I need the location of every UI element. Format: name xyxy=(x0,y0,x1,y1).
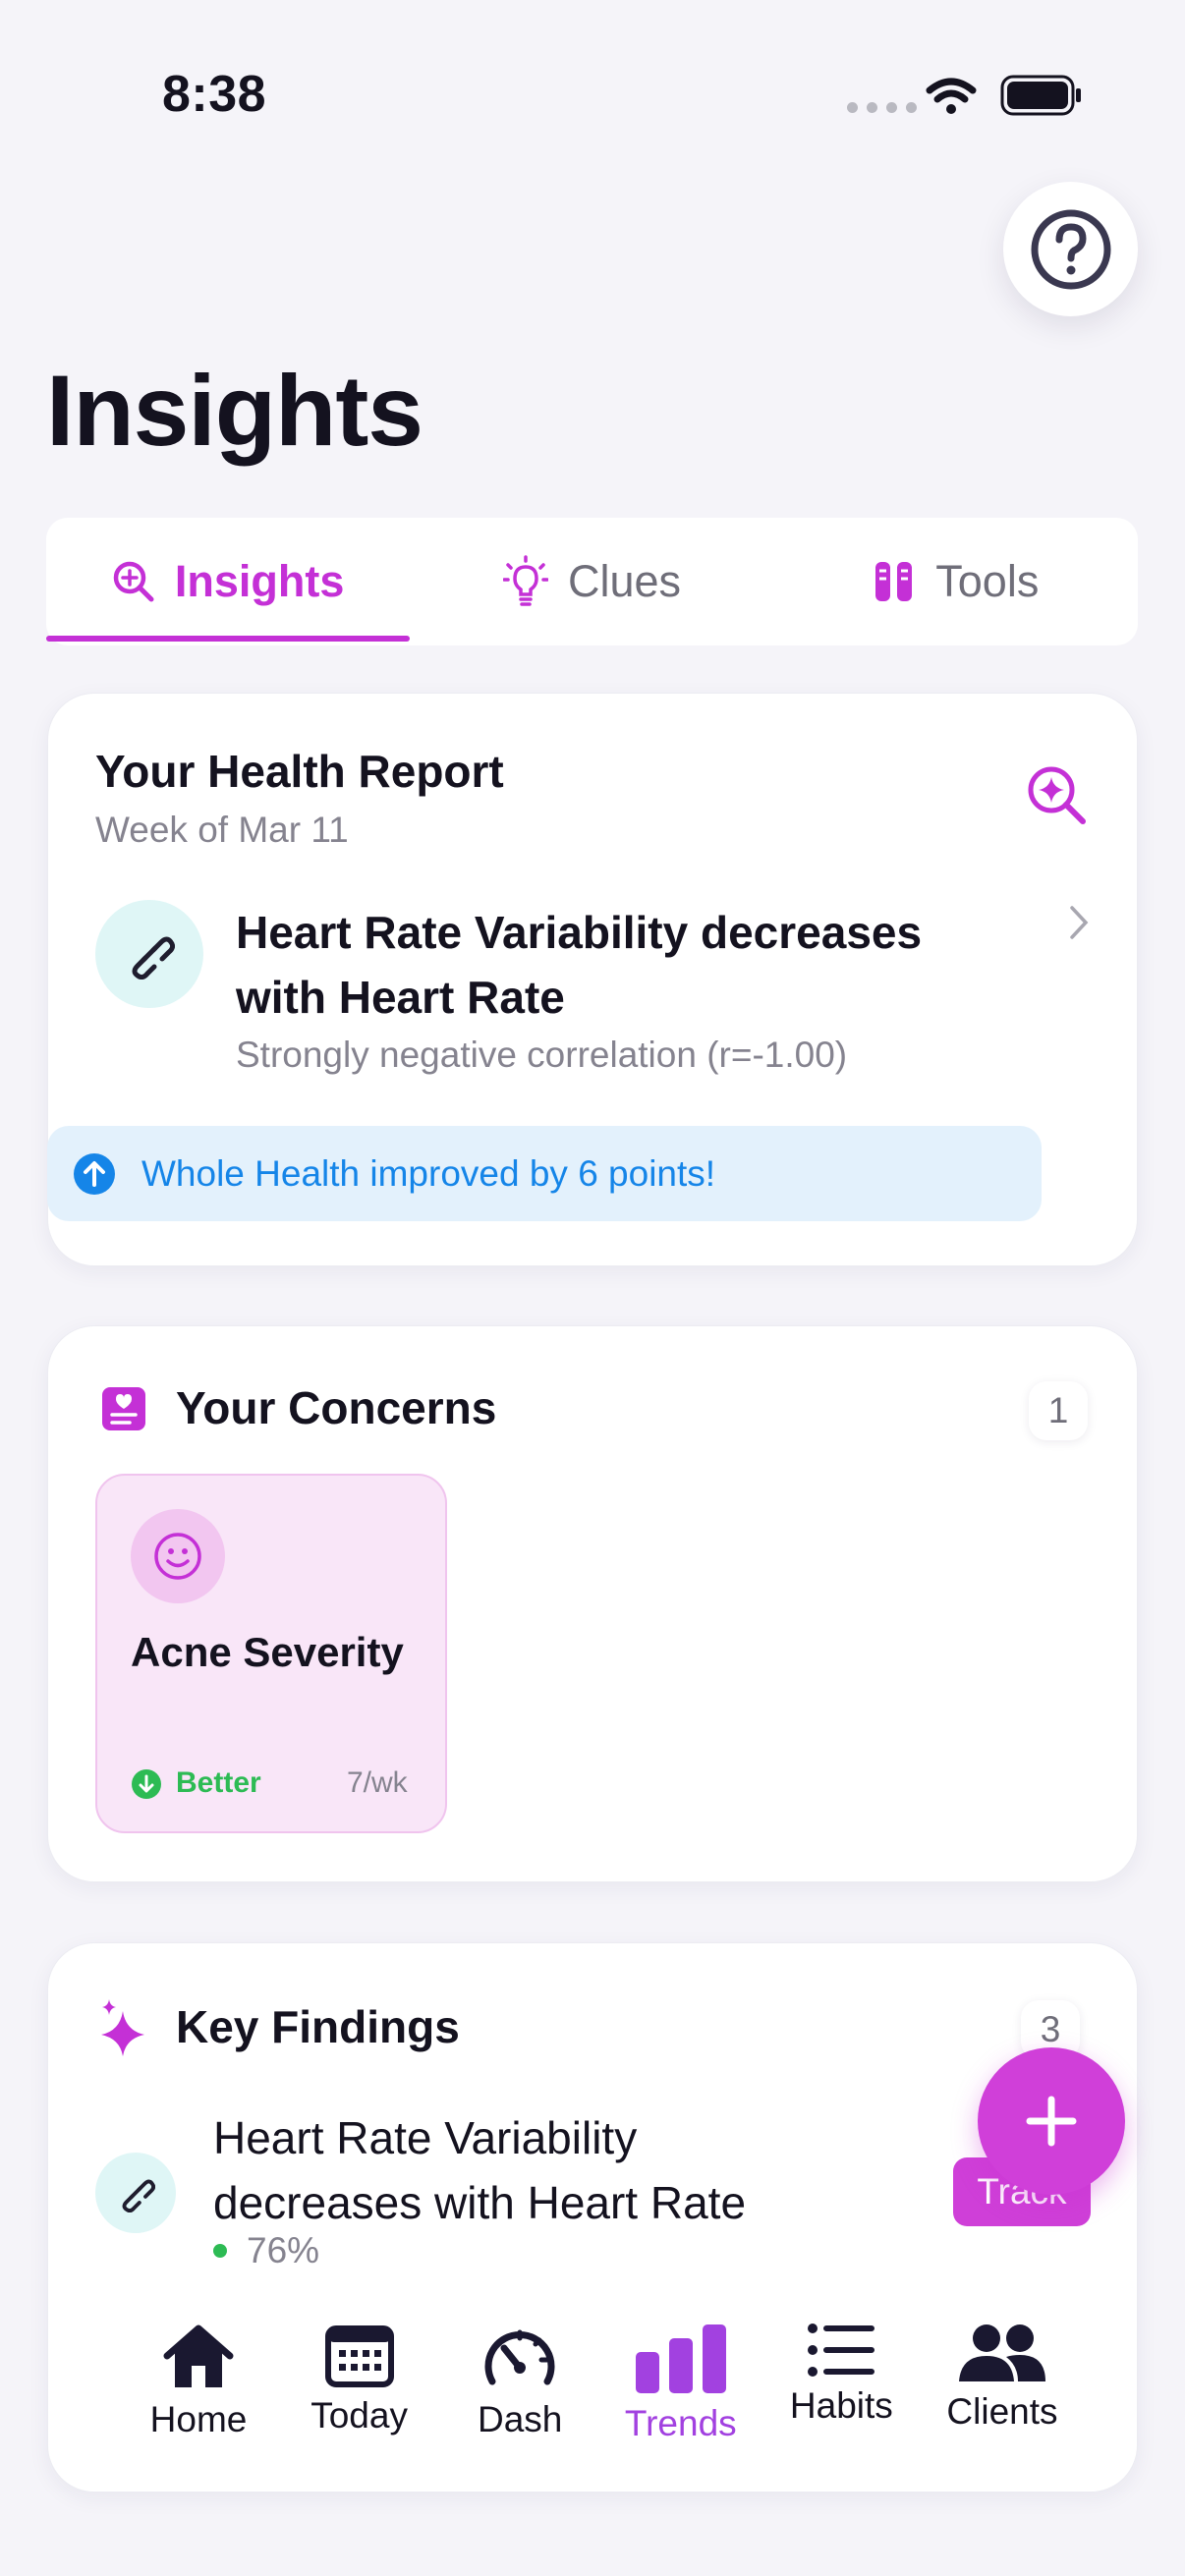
tab-clues[interactable]: Clues xyxy=(410,518,773,645)
nav-trends[interactable]: Trends xyxy=(608,2277,754,2469)
nav-clients[interactable]: Clients xyxy=(930,2277,1075,2469)
search-sparkle-icon xyxy=(113,561,154,602)
banner-text: Whole Health improved by 6 points! xyxy=(141,1152,716,1194)
page-title: Insights xyxy=(46,355,423,467)
health-report-title: Your Health Report xyxy=(95,746,504,797)
lightbulb-icon xyxy=(502,555,548,606)
plus-icon xyxy=(1026,2096,1077,2147)
nav-clients-label: Clients xyxy=(946,2391,1058,2432)
link-icon xyxy=(122,2179,155,2212)
tab-tools-label: Tools xyxy=(935,556,1040,606)
arrow-down-circle-icon xyxy=(132,1769,161,1799)
question-icon xyxy=(1031,209,1110,289)
health-report-subtitle: Week of Mar 11 xyxy=(95,810,349,850)
nav-today[interactable]: Today xyxy=(287,2277,432,2469)
correlation-icon-circle xyxy=(95,900,203,1008)
smiley-icon xyxy=(154,1533,201,1580)
status-time: 8:38 xyxy=(162,66,267,123)
insight-title[interactable]: Heart Rate Variability decreases with He… xyxy=(236,900,1022,1030)
arrow-up-circle-icon xyxy=(74,1152,115,1195)
nav-dash[interactable]: Dash xyxy=(447,2277,592,2469)
finding-icon-circle xyxy=(95,2153,176,2233)
signal-dots-icon xyxy=(847,102,917,113)
wifi-icon xyxy=(926,78,977,114)
speedometer-icon xyxy=(484,2329,555,2385)
calendar-icon xyxy=(324,2325,394,2387)
search-sparkle-icon[interactable] xyxy=(1026,764,1089,827)
chevron-right-icon[interactable] xyxy=(1068,905,1090,940)
tab-clues-label: Clues xyxy=(567,556,682,606)
add-button[interactable] xyxy=(978,2047,1125,2195)
link-icon xyxy=(132,936,175,980)
finding-confidence: 76% xyxy=(247,2230,320,2270)
help-button[interactable] xyxy=(1003,182,1138,316)
concerns-title: Your Concerns xyxy=(176,1382,497,1433)
bar-chart-icon xyxy=(635,2324,726,2393)
home-icon xyxy=(163,2324,234,2387)
concern-name: Acne Severity xyxy=(131,1629,404,1675)
test-tubes-icon xyxy=(875,562,913,601)
tab-insights-label: Insights xyxy=(174,556,345,606)
concern-tile-acne[interactable]: Acne Severity Better 7/wk xyxy=(95,1474,447,1833)
people-icon xyxy=(958,2324,1045,2381)
nav-today-label: Today xyxy=(310,2395,408,2436)
nav-home[interactable]: Home xyxy=(126,2277,271,2469)
battery-icon xyxy=(1000,75,1081,116)
improvement-banner: Whole Health improved by 6 points! xyxy=(47,1126,1042,1221)
bottom-nav: Home Today Dash Trends Habits Clients xyxy=(96,2277,1089,2469)
tab-bar: Insights Clues Tools xyxy=(46,518,1138,645)
nav-home-label: Home xyxy=(149,2399,248,2439)
concerns-card: Your Concerns 1 Acne Severity Better 7/w… xyxy=(47,1325,1138,1882)
confidence-dot xyxy=(213,2244,227,2258)
sparkles-icon xyxy=(101,1999,144,2056)
concerns-count-badge: 1 xyxy=(1029,1381,1088,1440)
nav-habits[interactable]: Habits xyxy=(768,2277,914,2469)
concern-frequency: 7/wk xyxy=(347,1766,408,1799)
concern-status: Better xyxy=(176,1766,261,1799)
nav-trends-label: Trends xyxy=(624,2403,737,2443)
concern-icon-circle xyxy=(131,1509,225,1603)
insight-detail: Strongly negative correlation (r=-1.00) xyxy=(236,1035,848,1075)
list-icon xyxy=(808,2324,875,2377)
key-findings-title: Key Findings xyxy=(176,2001,460,2052)
tab-insights[interactable]: Insights xyxy=(46,518,411,645)
clipboard-heart-icon xyxy=(102,1387,145,1430)
tab-tools[interactable]: Tools xyxy=(774,518,1138,645)
nav-habits-label: Habits xyxy=(789,2385,893,2426)
nav-dash-label: Dash xyxy=(477,2399,563,2439)
finding-title[interactable]: Heart Rate Variability decreases with He… xyxy=(213,2105,842,2235)
